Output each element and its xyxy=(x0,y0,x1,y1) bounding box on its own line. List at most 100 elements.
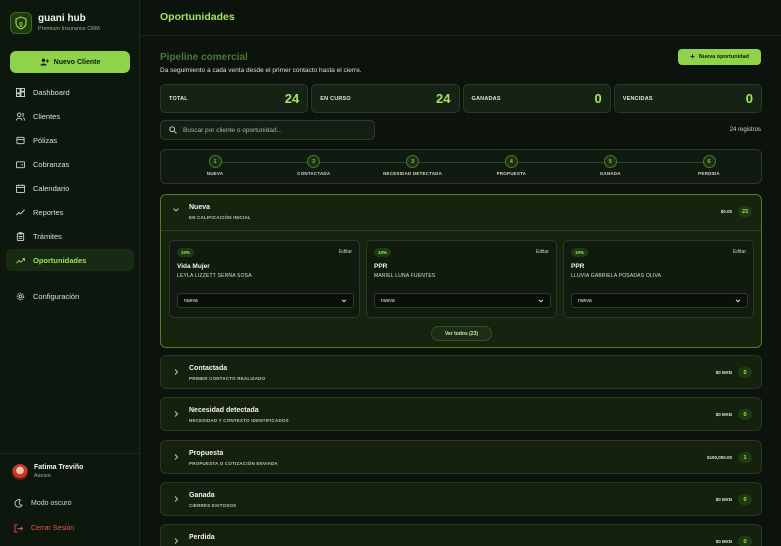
user-name: Fatima Treviño xyxy=(34,464,84,471)
chevron-down-icon xyxy=(341,299,347,302)
status-select[interactable]: nueva xyxy=(374,293,551,308)
step-necesidad-detectada[interactable]: 3 NECESIDAD DETECTADA xyxy=(363,155,463,176)
sidebar-nav: Dashboard Clientes Pólizas Cobranzas Cal… xyxy=(6,81,134,309)
step-label: PROPUESTA xyxy=(496,171,527,176)
step-number: 6 xyxy=(702,155,716,168)
page-title: Oportunidades xyxy=(160,11,235,23)
sidebar-item-label: Reportes xyxy=(33,207,64,217)
step-number: 3 xyxy=(406,155,420,168)
edit-link[interactable]: Editar xyxy=(733,249,746,255)
sidebar-item-label: Cobranzas xyxy=(33,159,70,169)
stat-value: 24 xyxy=(436,91,451,106)
chart-line-icon xyxy=(16,208,25,215)
policy-icon xyxy=(16,136,25,144)
calendar-icon xyxy=(16,183,25,193)
gear-icon xyxy=(16,292,25,300)
dashboard-icon xyxy=(16,87,25,97)
step-nueva[interactable]: 1 NUEVA xyxy=(165,155,265,176)
stats-row: TOTAL 24 EN CURSO 24 GANADAS 0 VENCIDAS … xyxy=(160,84,762,113)
card-client: LLUVIA GABRIELA POSADAS OLIVA xyxy=(571,273,662,279)
sidebar-item-polizas[interactable]: Pólizas xyxy=(6,129,134,151)
search-icon xyxy=(169,126,177,134)
stage-amount: $100,000.00 xyxy=(706,455,732,460)
stage-ganada[interactable]: Ganada CIERRES EXITOSOS $0 MXN 0 xyxy=(160,482,762,516)
status-select[interactable]: nueva xyxy=(177,293,354,308)
logout-icon xyxy=(14,524,23,533)
step-perdida[interactable]: 6 PERDIDA xyxy=(659,155,759,176)
logout-button[interactable]: Cerrar Sesión xyxy=(14,524,74,533)
opportunity-card[interactable]: 10% Editar Vida Mujer LEYLA LIZZETT SERN… xyxy=(169,240,360,318)
sidebar-item-configuracion[interactable]: Configuración xyxy=(6,285,134,307)
new-opportunity-button[interactable]: + Nueva oportunidad xyxy=(678,49,761,65)
sidebar-item-clientes[interactable]: Clientes xyxy=(6,105,134,127)
sidebar-item-cobranzas[interactable]: Cobranzas xyxy=(6,153,134,175)
stage-count-badge: 1 xyxy=(738,452,752,463)
trend-up-icon xyxy=(16,257,25,264)
edit-link[interactable]: Editar xyxy=(339,249,352,255)
stage-nueva: Nueva EN CALIFICACIÓN INICIAL $0.00 23 1… xyxy=(160,194,762,348)
search-input[interactable] xyxy=(183,126,363,134)
record-count: 24 registros xyxy=(729,127,761,133)
stage-perdida[interactable]: Perdida $0 MXN 0 xyxy=(160,524,762,546)
step-number: 5 xyxy=(603,155,617,168)
stage-title: Ganada xyxy=(189,492,215,499)
card-title: PPR xyxy=(374,263,388,270)
opportunity-card[interactable]: 10% Editar PPR MARIEL LUNA FUENTES nueva xyxy=(366,240,557,318)
step-number: 4 xyxy=(504,155,518,168)
stage-amount: $0 MXN xyxy=(715,412,732,417)
step-contactada[interactable]: 2 CONTACTADA xyxy=(264,155,364,176)
step-label: NUEVA xyxy=(206,171,224,176)
sidebar-item-label: Oportunidades xyxy=(33,255,87,265)
step-number: 2 xyxy=(307,155,321,168)
status-select-value: nueva xyxy=(578,297,592,304)
stage-subtitle: EN CALIFICACIÓN INICIAL xyxy=(189,215,251,220)
stage-necesidad-detectada[interactable]: Necesidad detectada NECESIDAD Y CONTEXTO… xyxy=(160,397,762,431)
card-title: PPR xyxy=(571,263,585,270)
card-client: LEYLA LIZZETT SERNA SOSA xyxy=(177,273,252,279)
sidebar-item-reportes[interactable]: Reportes xyxy=(6,201,134,223)
step-propuesta[interactable]: 4 PROPUESTA xyxy=(461,155,561,176)
stage-subtitle: PROPUESTA O COTIZACIÓN ENVIADA xyxy=(189,461,279,466)
sidebar-item-label: Pólizas xyxy=(33,135,58,145)
dark-mode-toggle[interactable]: Modo oscuro xyxy=(14,499,71,508)
stage-title: Necesidad detectada xyxy=(189,407,259,414)
edit-link[interactable]: Editar xyxy=(536,249,549,255)
section-subtitle: Da seguimiento a cada venta desde el pri… xyxy=(160,67,362,74)
new-client-button[interactable]: Nuevo Cliente xyxy=(10,51,130,73)
new-client-label: Nuevo Cliente xyxy=(53,58,101,66)
sidebar-item-oportunidades[interactable]: Oportunidades xyxy=(6,249,134,271)
sidebar-item-tramites[interactable]: Trámites xyxy=(6,225,134,247)
brand[interactable]: g guani hub Premium Insurance CRM xyxy=(10,12,100,34)
sidebar-item-dashboard[interactable]: Dashboard xyxy=(6,81,134,103)
step-ganada[interactable]: 5 GANADA xyxy=(560,155,660,176)
stage-header[interactable]: Nueva EN CALIFICACIÓN INICIAL $0.00 23 xyxy=(161,195,761,231)
stat-en-curso: EN CURSO 24 xyxy=(311,84,460,113)
stage-propuesta[interactable]: Propuesta PROPUESTA O COTIZACIÓN ENVIADA… xyxy=(160,440,762,474)
opportunity-card[interactable]: 10% Editar PPR LLUVIA GABRIELA POSADAS O… xyxy=(563,240,754,318)
sidebar-item-calendario[interactable]: Calendario xyxy=(6,177,134,199)
user-profile[interactable]: Fatima Treviño Asesor xyxy=(12,463,83,480)
avatar xyxy=(12,463,28,480)
add-user-icon xyxy=(40,58,49,66)
stage-title: Nueva xyxy=(189,204,211,211)
stat-label: EN CURSO xyxy=(320,95,351,102)
chevron-down-icon xyxy=(173,208,179,212)
search-box[interactable] xyxy=(160,120,375,140)
step-number: 1 xyxy=(208,155,222,168)
logout-label: Cerrar Sesión xyxy=(31,525,75,532)
card-client: MARIEL LUNA FUENTES xyxy=(374,273,436,279)
section-title: Pipeline comercial xyxy=(160,52,248,63)
stat-label: GANADAS xyxy=(471,95,501,102)
sidebar-item-label: Configuración xyxy=(33,291,80,301)
see-all-button[interactable]: Ver todos (23) xyxy=(431,326,492,341)
probability-badge: 10% xyxy=(177,248,195,257)
clipboard-icon xyxy=(16,231,25,241)
status-select[interactable]: nueva xyxy=(571,293,748,308)
brand-title: guani hub xyxy=(38,12,86,24)
moon-icon xyxy=(14,499,23,508)
stage-contactada[interactable]: Contactada PRIMER CONTACTO REALIZADO $0 … xyxy=(160,355,762,389)
svg-text:g: g xyxy=(19,22,23,28)
stage-count-badge: 0 xyxy=(738,536,752,546)
header-divider xyxy=(141,35,781,36)
stage-count-badge: 0 xyxy=(738,494,752,505)
